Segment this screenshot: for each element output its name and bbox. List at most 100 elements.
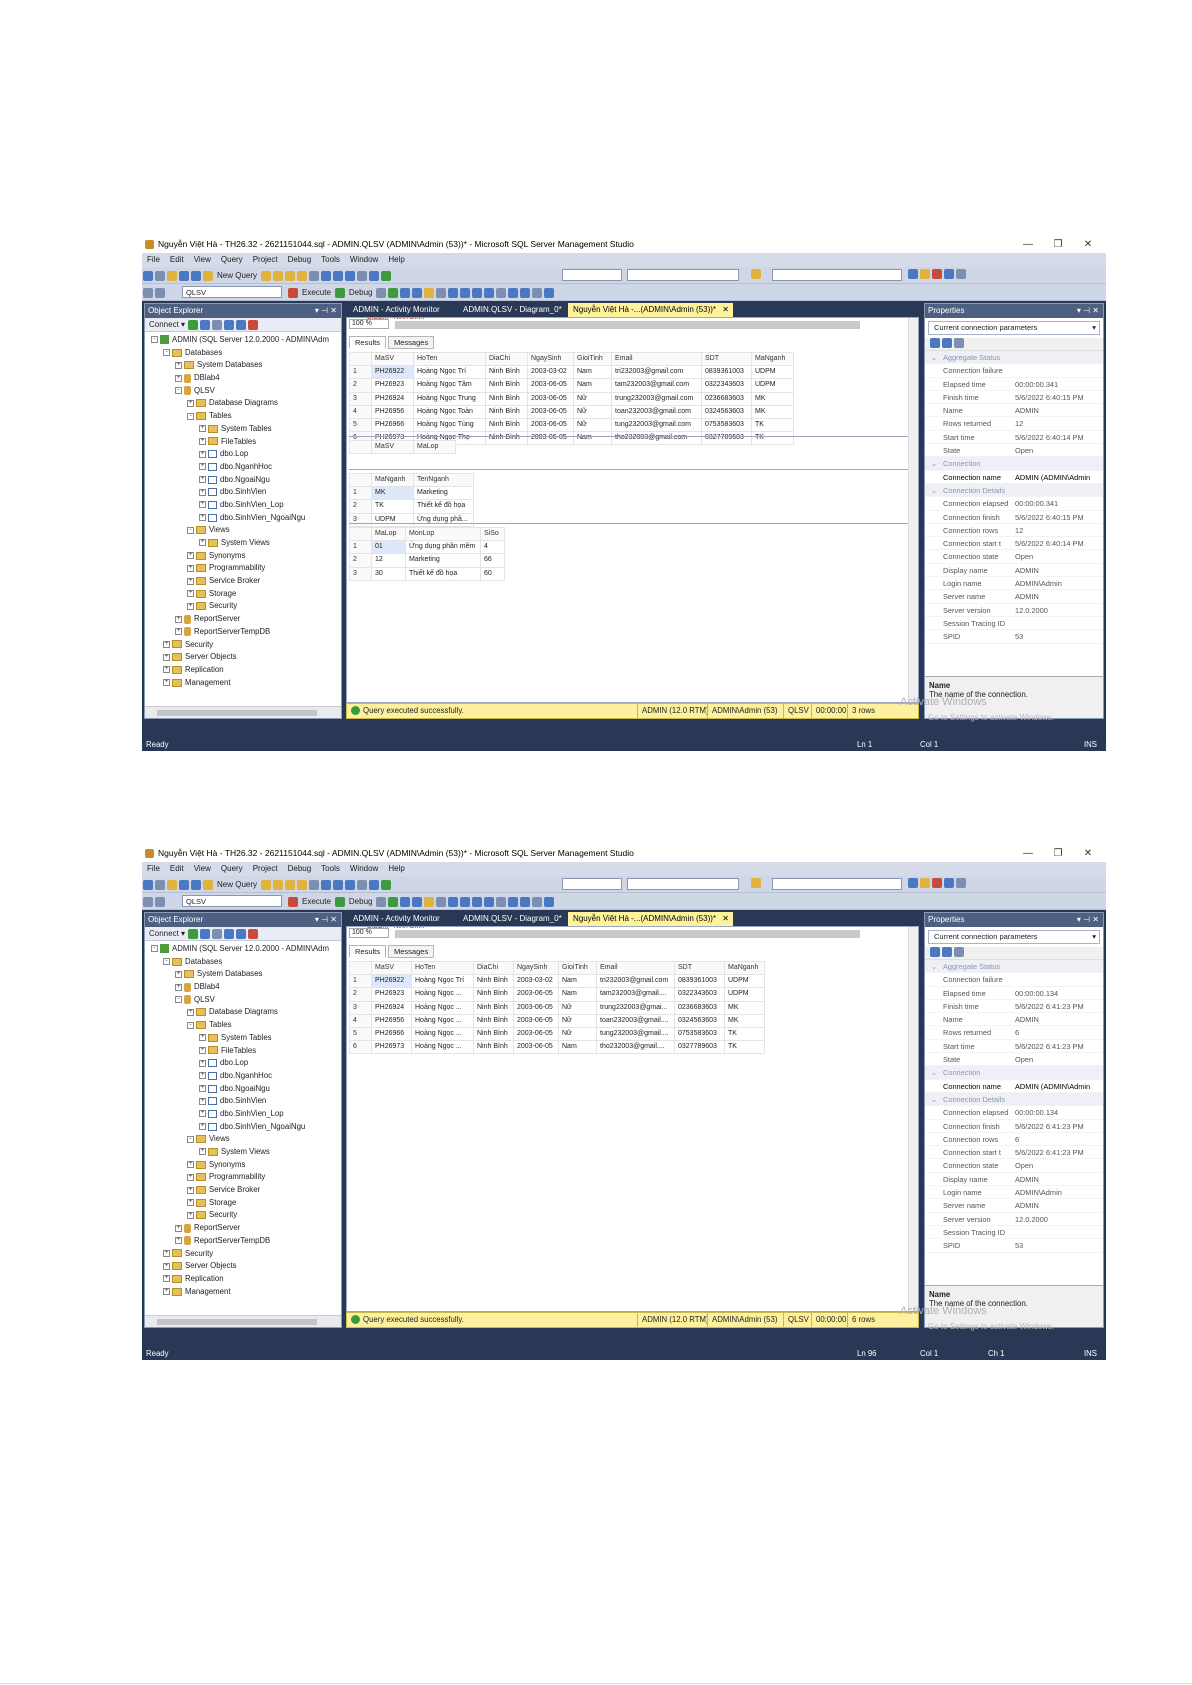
tree-node[interactable]: + dbo.SinhVien_Lop [145,1108,341,1121]
toolbar-icon[interactable] [357,270,368,281]
toolbar-icon[interactable] [273,879,284,890]
editor-horizontal-scrollbar[interactable] [395,321,860,329]
expand-icon[interactable]: + [175,361,182,369]
tree-node[interactable]: + ReportServer [145,1222,341,1235]
grid-cell[interactable]: PH26973 [371,1040,412,1055]
row-number[interactable]: 2 [349,378,372,393]
grid-cell[interactable]: tam232003@gmail.com [611,378,702,393]
platform-combo[interactable] [627,269,739,281]
toolbar-icon[interactable] [932,878,942,888]
tree-node[interactable]: - ADMIN (SQL Server 12.0.2000 - ADMIN\Adm [145,943,341,956]
database-select[interactable]: QLSV [182,895,282,907]
row-number[interactable]: 1 [349,974,372,989]
toolbar-icon[interactable] [908,878,918,888]
property-row[interactable]: Connection start t 5/6/2022 6:41:23 PM [925,1146,1103,1160]
expand-icon[interactable]: + [199,1148,206,1156]
tree-node[interactable]: + Database Diagrams [145,397,341,410]
change-connection-icon[interactable] [155,287,165,298]
grid-cell[interactable]: PH26923 [371,378,414,393]
collapse-icon[interactable]: - [187,412,194,420]
toolbar-icon[interactable] [944,269,954,279]
property-row[interactable]: Connection name ADMIN (ADMIN\Admin [925,1080,1103,1093]
table-row[interactable]: 1 PH26922 Hoàng Ngọc Trí Ninh Bình 2003-03-0… [349,365,794,380]
grid-column-header[interactable]: SDT [701,351,752,367]
grid-cell[interactable]: TK [724,1026,765,1042]
grid-cell[interactable]: Ninh Bình [485,365,528,380]
row-number[interactable]: 3 [349,391,372,406]
tree-node[interactable]: - ADMIN (SQL Server 12.0.2000 - ADMIN\Adm [145,334,341,347]
grid-cell[interactable]: Hoàng Ngọc Trí [413,365,486,380]
property-row[interactable]: Rows returned 6 [925,1026,1103,1040]
debug-button[interactable]: Debug [349,893,373,910]
property-row[interactable]: Elapsed time 00:00:00.341 [925,378,1103,391]
grid-cell[interactable]: PH26956 [371,1013,412,1028]
grid-cell[interactable]: 2003-06-05 [527,378,574,393]
tree-node[interactable]: + Programmability [145,1171,341,1184]
grid-cell[interactable]: 2003-06-05 [513,1000,559,1015]
table-row[interactable]: 2 TK Thiết kế đồ họa [349,499,474,514]
toolbar-icon[interactable] [357,879,368,890]
toolbar-icon[interactable] [309,879,320,890]
minimize-icon[interactable]: — [1014,845,1042,862]
tree-node[interactable]: + Security [145,1209,341,1222]
document-tab[interactable]: Nguyễn Việt Hà -...(ADMIN\Admin (53))* ✕ [568,912,733,926]
grid-cell[interactable]: Ninh Bình [473,974,514,989]
row-number[interactable]: 4 [349,404,372,419]
toolbar-icon[interactable] [544,896,555,907]
expand-icon[interactable]: + [175,970,182,978]
tree-node[interactable]: + Service Broker [145,575,341,588]
close-tab-icon[interactable]: ✕ [722,912,729,926]
expand-icon[interactable]: + [199,437,206,445]
grid-column-header[interactable]: MaLop [371,526,406,542]
document-tab[interactable]: ADMIN.QLSV - Diagram_0* [458,912,567,926]
menu-file[interactable]: File [142,862,165,876]
grid-cell[interactable]: Nam [573,378,612,393]
grid-cell[interactable]: PH26966 [371,417,414,433]
restore-icon[interactable]: ❐ [1044,236,1072,253]
tree-node[interactable]: - Databases [145,347,341,360]
toolbar-icon[interactable] [376,896,387,907]
toolbar-icon[interactable] [345,879,356,890]
explorer-toolbar-icon[interactable] [212,928,223,939]
grid-cell[interactable]: Hoàng Ngọc ... [411,1013,474,1028]
execute-button[interactable]: Execute [302,893,331,910]
properties-sort-icon[interactable] [954,338,964,348]
explorer-toolbar-icon[interactable] [200,928,211,939]
toolbar-icon[interactable] [155,879,165,890]
toolbar-icon[interactable] [920,269,930,279]
property-category[interactable]: ⌄ Connection [925,1066,1103,1080]
expand-icon[interactable]: + [199,1097,206,1105]
property-row[interactable]: Login name ADMIN\Admin [925,1186,1103,1200]
grid-column-header[interactable]: Email [611,351,702,367]
property-row[interactable]: Elapsed time 00:00:00.134 [925,987,1103,1000]
tree-node[interactable]: + Security [145,600,341,613]
property-row[interactable]: Session Tracing ID [925,1226,1103,1240]
grid-column-header[interactable]: DiaChi [473,960,514,976]
toolbar-icon[interactable] [908,269,918,279]
toolbar-icon[interactable] [508,896,519,907]
editor-horizontal-scrollbar[interactable] [395,930,860,938]
menu-project[interactable]: Project [248,253,283,267]
execute-button[interactable]: Execute [302,284,331,301]
grid-column-header[interactable]: SDT [674,960,725,976]
grid-column-header[interactable]: MaLop [413,439,456,455]
expand-icon[interactable]: + [187,1008,194,1016]
expand-icon[interactable]: + [187,552,194,560]
property-row[interactable]: Display name ADMIN [925,1173,1103,1187]
tree-node[interactable]: + System Views [145,537,341,550]
toolbar-icon[interactable] [436,896,447,907]
expand-icon[interactable]: + [175,1237,182,1245]
toolbar-icon[interactable] [920,878,930,888]
grid-cell[interactable]: UDPM [724,987,765,1002]
table-row[interactable]: 5 PH26966 Hoàng Ngọc ... Ninh Bình 2003-06-0… [349,1026,765,1042]
grid-cell[interactable]: Nữ [558,1000,597,1015]
property-row[interactable]: Connection elapsed 00:00:00.134 [925,1106,1103,1120]
toolbar-icon[interactable] [167,879,177,890]
grid-cell[interactable]: 0753583603 [674,1026,725,1042]
grid-cell[interactable]: 2003-06-05 [527,391,574,406]
results-vertical-scrollbar[interactable] [908,927,918,1311]
expand-icon[interactable]: + [187,564,194,572]
property-row[interactable]: Login name ADMIN\Admin [925,577,1103,591]
grid-cell[interactable]: PH26924 [371,1000,412,1015]
tree-node[interactable]: + Storage [145,1197,341,1210]
